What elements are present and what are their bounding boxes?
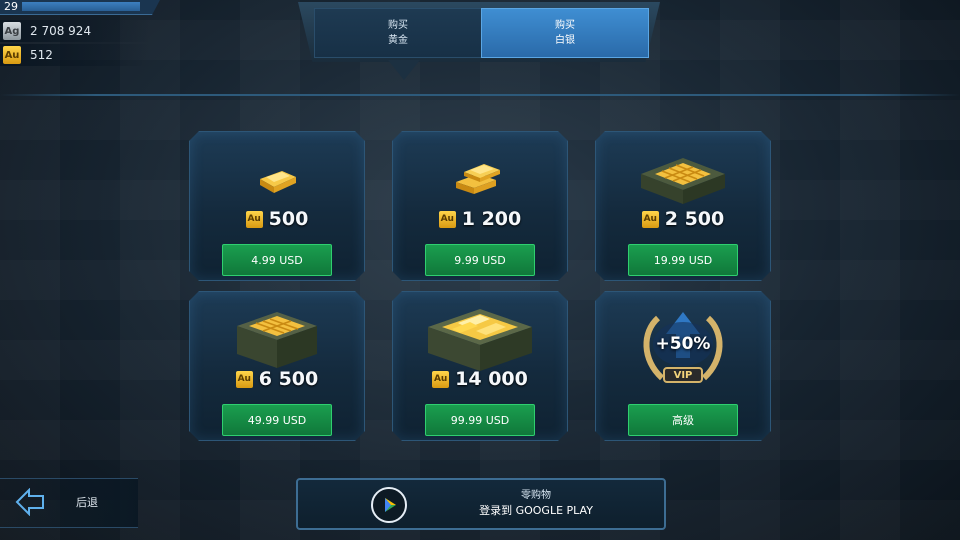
offer-amount-row: Au 500 — [190, 208, 364, 230]
offer-card-2500[interactable]: Au 2 500 19.99 USD — [595, 131, 771, 281]
google-play-signin-button[interactable]: 零购物 登录到 GOOGLE PLAY — [296, 478, 666, 530]
offer-amount-row: Au 2 500 — [596, 208, 770, 230]
vip-label: VIP — [673, 370, 693, 381]
back-arrow-icon — [15, 488, 44, 516]
header-divider — [0, 94, 960, 96]
offer-card-1200[interactable]: Au 1 200 9.99 USD — [392, 131, 568, 281]
tab-buy-silver[interactable]: 购买 白银 — [481, 8, 649, 58]
store-line2: 登录到 GOOGLE PLAY — [479, 504, 593, 517]
level-bar — [0, 0, 160, 15]
silver-row: Ag 2 708 924 — [0, 20, 150, 42]
tab-pointer-icon — [388, 60, 420, 80]
buy-button-9-99[interactable]: 9.99 USD — [425, 244, 535, 276]
tab-buy-silver-line2: 白银 — [555, 35, 575, 46]
level-progress — [22, 2, 140, 11]
back-button[interactable]: 后退 — [0, 478, 138, 528]
offer-amount: 1 200 — [461, 208, 522, 230]
buy-button-19-99[interactable]: 19.99 USD — [628, 244, 738, 276]
gold-crate-icon — [596, 142, 770, 212]
gold-bars-stack-icon — [393, 142, 567, 212]
level-number: 29 — [4, 0, 18, 13]
store-line1: 零购物 — [521, 490, 551, 501]
offer-card-500[interactable]: Au 500 4.99 USD — [189, 131, 365, 281]
silver-icon: Ag — [3, 22, 21, 40]
gold-amount: 512 — [30, 48, 53, 62]
gold-bar-icon — [190, 142, 364, 212]
offer-card-vip[interactable]: +50% VIP 高级 — [595, 291, 771, 441]
gold-currency-icon: Au — [439, 211, 456, 228]
offer-amount: 500 — [268, 208, 309, 230]
gold-row: Au 512 — [0, 44, 150, 66]
google-play-text: 零购物 登录到 GOOGLE PLAY — [408, 488, 664, 518]
gold-currency-icon: Au — [432, 371, 449, 388]
buy-button-4-99[interactable]: 4.99 USD — [222, 244, 332, 276]
offer-amount-row: Au 14 000 — [393, 368, 567, 390]
vip-bonus-badge: +50% — [655, 334, 711, 354]
tab-buy-gold-line2: 黄金 — [388, 35, 408, 46]
gold-currency-icon: Au — [642, 211, 659, 228]
buy-button-99-99[interactable]: 99.99 USD — [425, 404, 535, 436]
google-play-icon — [371, 487, 407, 523]
offer-card-14000[interactable]: Au 14 000 99.99 USD — [392, 291, 568, 441]
silver-amount: 2 708 924 — [30, 24, 92, 38]
tab-buy-gold[interactable]: 购买 黄金 — [314, 8, 482, 58]
gold-currency-icon: Au — [246, 211, 263, 228]
treasure-chest-icon — [393, 302, 567, 372]
tab-buy-gold-line1: 购买 — [388, 20, 408, 31]
offer-amount-row: Au 1 200 — [393, 208, 567, 230]
offer-amount: 14 000 — [455, 368, 528, 390]
offer-amount: 2 500 — [664, 208, 725, 230]
gold-box-icon — [190, 302, 364, 372]
premium-button[interactable]: 高级 — [628, 404, 738, 436]
offer-amount-row: Au 6 500 — [190, 368, 364, 390]
offer-card-6500[interactable]: Au 6 500 49.99 USD — [189, 291, 365, 441]
gold-currency-icon: Au — [236, 371, 253, 388]
offer-amount: 6 500 — [258, 368, 319, 390]
tab-buy-silver-line1: 购买 — [555, 20, 575, 31]
gold-icon: Au — [3, 46, 21, 64]
buy-button-49-99[interactable]: 49.99 USD — [222, 404, 332, 436]
back-label: 后退 — [76, 496, 98, 509]
currency-panel: 29 Ag 2 708 924 Au 512 — [0, 0, 170, 70]
